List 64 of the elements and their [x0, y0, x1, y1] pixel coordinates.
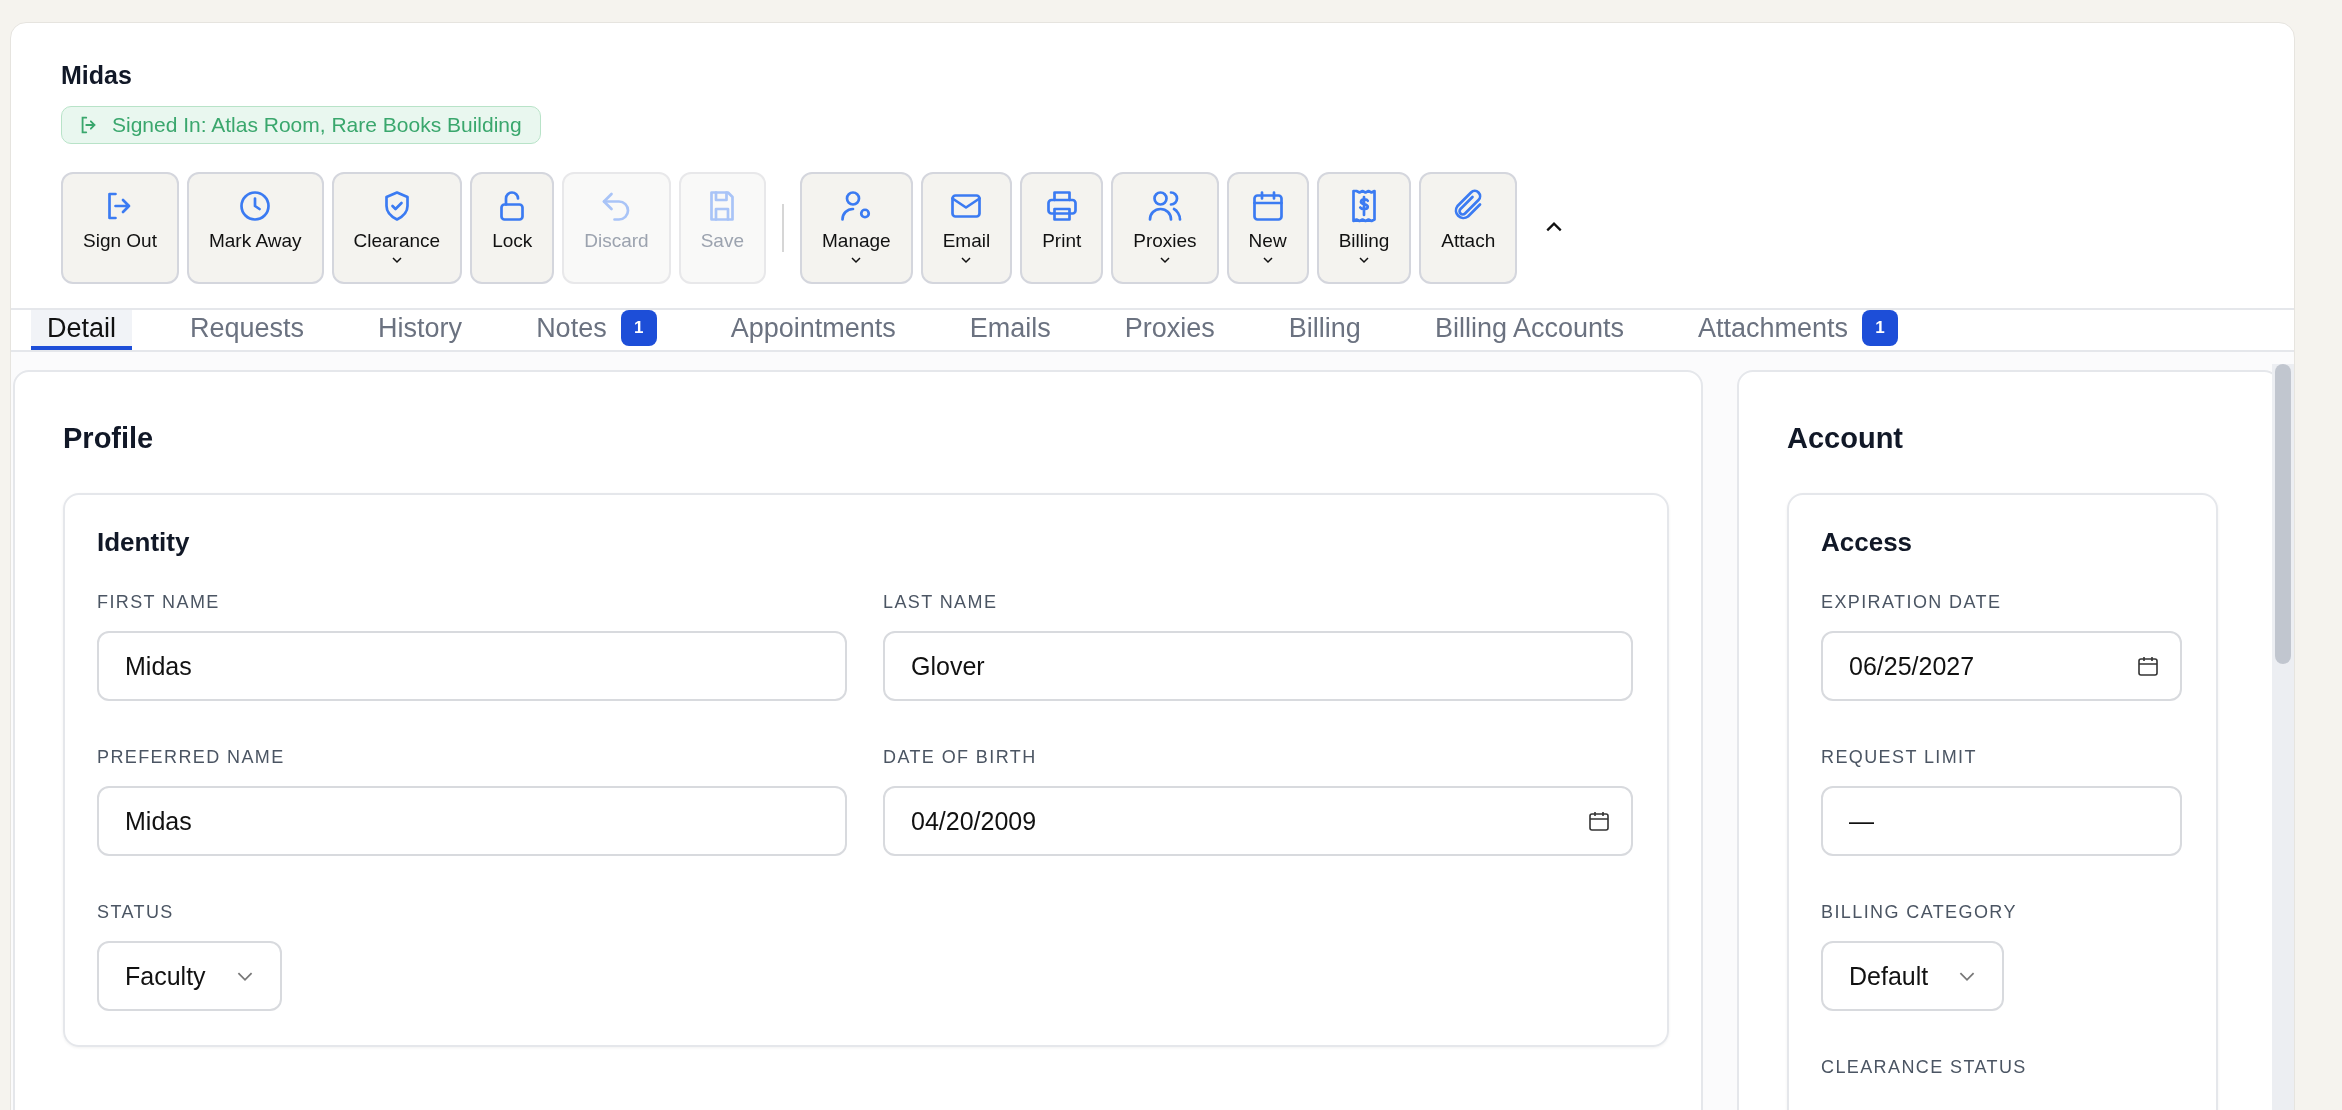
- field-label: LAST NAME: [883, 592, 999, 613]
- toolbar-button[interactable]: Clearance: [331, 172, 463, 284]
- chevron-down-icon: [1357, 256, 1370, 264]
- field-label: STATUS: [97, 902, 175, 923]
- tab[interactable]: Billing Accounts: [1418, 310, 1640, 350]
- toolbar-button[interactable]: Mark Away: [186, 172, 324, 284]
- select-dropdown[interactable]: Default: [1821, 941, 2005, 1011]
- field-label: EXPIRATION DATE: [1821, 592, 2003, 613]
- section-title: Profile: [63, 422, 155, 455]
- count-badge: 1: [1862, 310, 1899, 346]
- patron-name: Midas: [61, 61, 133, 90]
- field-label: DATE OF BIRTH: [883, 747, 1038, 768]
- group-title: Access: [1821, 527, 1914, 558]
- section-title: Account: [1787, 422, 1904, 455]
- tab[interactable]: Notes 1: [520, 310, 673, 350]
- date-value: 06/25/2027: [1849, 651, 1975, 681]
- tab[interactable]: History: [362, 310, 479, 350]
- tab[interactable]: Requests: [174, 310, 321, 350]
- tab[interactable]: Proxies: [1108, 310, 1231, 350]
- scrollbar[interactable]: [2272, 364, 2294, 1110]
- signed-in-text: Signed In: Atlas Room, Rare Books Building: [112, 113, 522, 137]
- date-field[interactable]: 04/20/2009: [883, 786, 1633, 856]
- calendar-icon: [2136, 654, 2160, 678]
- field-label: BILLING CATEGORY: [1821, 902, 2018, 923]
- toolbar-button[interactable]: Print: [1020, 172, 1104, 284]
- tab[interactable]: Detail: [31, 310, 133, 350]
- select-value: Default: [1849, 961, 1929, 991]
- chevron-down-icon: [1261, 256, 1274, 264]
- chevron-down-icon: [850, 256, 863, 264]
- toolbar-button[interactable]: Billing: [1316, 172, 1412, 284]
- toolbar-button[interactable]: Lock: [470, 172, 555, 284]
- count-badge: 1: [620, 310, 657, 346]
- chevron-down-icon: [1958, 970, 1977, 982]
- text-field[interactable]: Midas: [97, 786, 847, 856]
- toolbar-button[interactable]: Email: [920, 172, 1013, 284]
- tab[interactable]: Emails: [953, 310, 1067, 350]
- toolbar-button[interactable]: Manage: [800, 172, 913, 284]
- scrollbar-thumb[interactable]: [2275, 364, 2291, 664]
- date-field[interactable]: 06/25/2027: [1821, 631, 2182, 701]
- two-people-icon: [1146, 188, 1183, 224]
- field-label: PREFERRED NAME: [97, 747, 286, 768]
- text-field[interactable]: Glover: [883, 631, 1633, 701]
- toolbar-button[interactable]: Proxies: [1111, 172, 1219, 284]
- select-dropdown[interactable]: Faculty: [97, 941, 282, 1011]
- chevron-up-icon: [1545, 220, 1564, 233]
- calendar-icon: [1587, 809, 1611, 833]
- chevron-down-icon: [390, 256, 403, 264]
- field-label: FIRST NAME: [97, 592, 221, 613]
- tab[interactable]: Billing: [1272, 310, 1377, 350]
- toolbar-button[interactable]: Sign Out: [61, 172, 179, 284]
- toolbar-button[interactable]: Attach: [1419, 172, 1518, 284]
- chevron-down-icon: [1158, 256, 1171, 264]
- chevron-down-icon: [235, 970, 254, 982]
- date-value: 04/20/2009: [911, 806, 1037, 836]
- field-label: REQUEST LIMIT: [1821, 747, 1978, 768]
- toolbar-button[interactable]: New: [1226, 172, 1309, 284]
- text-field[interactable]: —: [1821, 786, 2182, 856]
- chevron-down-icon: [960, 256, 973, 264]
- text-field[interactable]: Midas: [97, 631, 847, 701]
- tab[interactable]: Attachments 1: [1682, 310, 1915, 350]
- tab[interactable]: Appointments: [714, 310, 912, 350]
- group-title: Identity: [97, 527, 191, 558]
- select-value: Faculty: [125, 961, 206, 991]
- field-label: CLEARANCE STATUS: [1821, 1057, 2028, 1078]
